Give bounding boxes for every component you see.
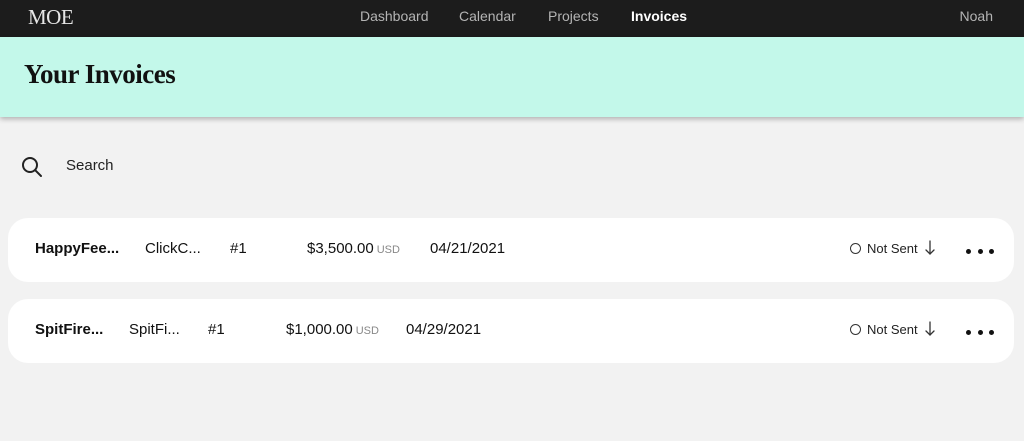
invoice-row[interactable]: SpitFire... SpitFi... #1 $1,000.00 USD 04… — [8, 299, 1014, 363]
invoice-date: 04/29/2021 — [406, 321, 482, 338]
arrow-down-icon — [924, 240, 935, 255]
invoice-client: SpitFire... — [35, 321, 104, 338]
search-icon[interactable] — [20, 155, 44, 179]
invoice-amount-value: $1,000.00 — [286, 321, 353, 338]
status-circle-icon — [850, 242, 861, 254]
invoice-row[interactable]: HappyFee... ClickC... #1 $3,500.00 USD 04… — [8, 218, 1014, 282]
nav-dashboard[interactable]: Dashboard — [360, 8, 429, 24]
invoice-status-label: Not Sent — [867, 240, 918, 256]
invoice-currency: USD — [376, 244, 400, 256]
invoice-project: ClickC... — [145, 240, 201, 257]
invoice-number: #1 — [230, 240, 247, 257]
invoice-project: SpitFi... — [129, 321, 180, 338]
invoice-amount: $1,000.00 USD — [286, 321, 379, 338]
invoice-status[interactable]: Not Sent — [850, 321, 936, 337]
nav-invoices[interactable]: Invoices — [631, 8, 687, 24]
more-options-icon[interactable] — [966, 246, 994, 256]
top-navigation-bar: MOE Dashboard Calendar Projects Invoices… — [0, 0, 1024, 37]
page-title: Your Invoices — [24, 59, 176, 89]
user-menu[interactable]: Noah — [960, 8, 993, 24]
invoice-currency: USD — [355, 325, 379, 337]
invoice-status-label: Not Sent — [867, 321, 918, 337]
invoice-number: #1 — [208, 321, 225, 338]
invoice-amount-value: $3,500.00 — [307, 240, 374, 257]
more-options-icon[interactable] — [966, 327, 994, 337]
arrow-down-icon — [924, 321, 935, 336]
invoice-client: HappyFee... — [35, 240, 120, 257]
nav-projects[interactable]: Projects — [548, 8, 599, 24]
invoice-date: 04/21/2021 — [430, 240, 506, 257]
page-header-banner: Your Invoices — [0, 37, 1024, 117]
search-input[interactable] — [66, 152, 466, 178]
search-bar — [20, 152, 620, 180]
nav-calendar[interactable]: Calendar — [459, 8, 516, 24]
invoice-status[interactable]: Not Sent — [850, 240, 936, 256]
status-circle-icon — [850, 323, 861, 335]
app-logo[interactable]: MOE — [28, 5, 74, 30]
invoice-amount: $3,500.00 USD — [307, 240, 400, 257]
